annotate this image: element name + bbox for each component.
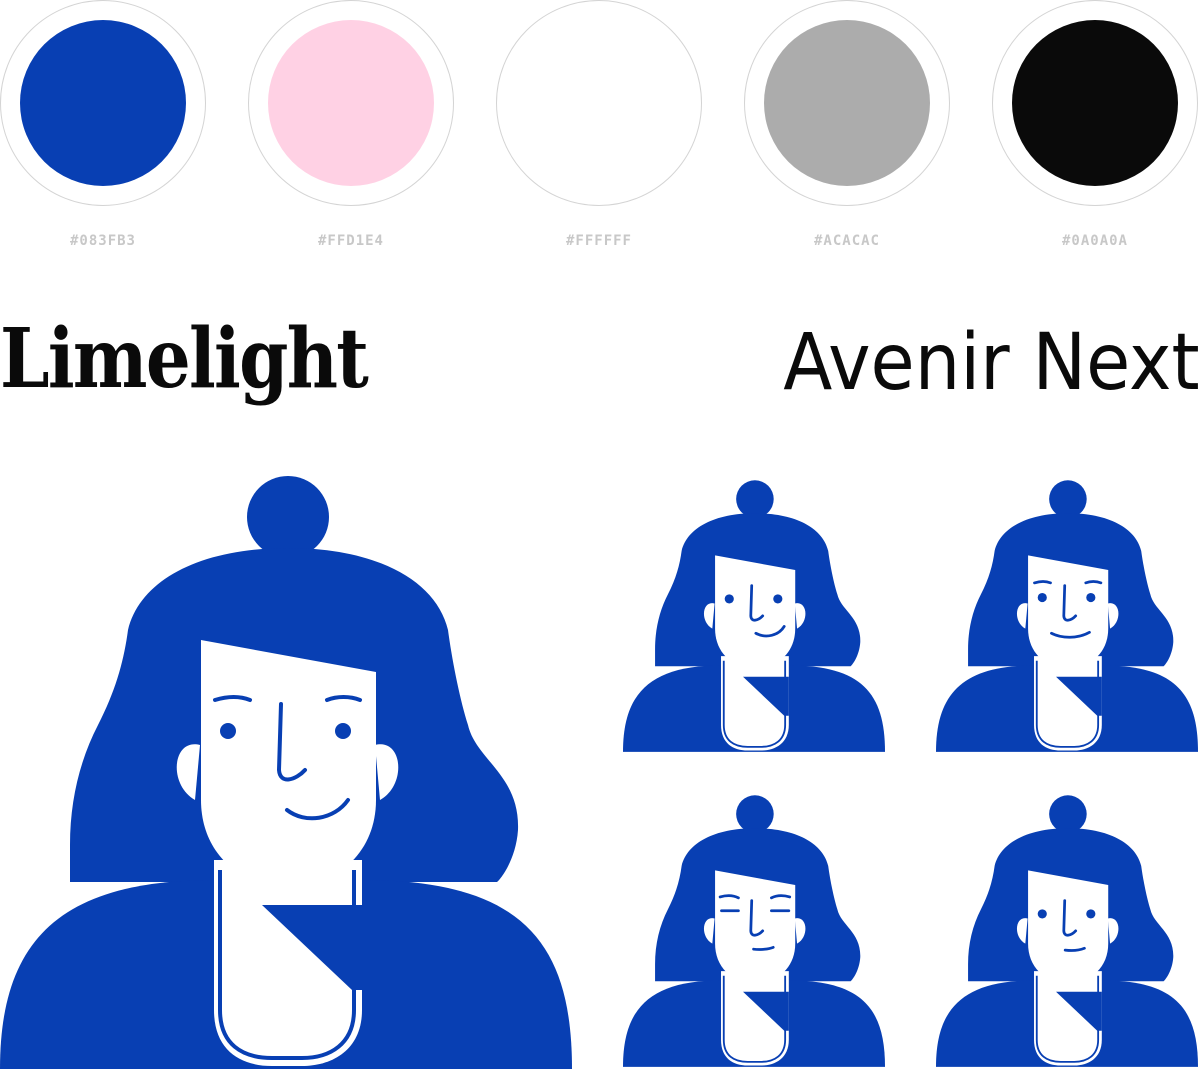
swatch-gray-fill: [764, 20, 930, 186]
swatch-pink: [248, 0, 454, 206]
swatch-blue: [0, 0, 206, 206]
swatch-gray: [744, 0, 950, 206]
swatch-white-label: #FFFFFF: [565, 233, 632, 249]
avatar-smile: [935, 479, 1199, 753]
body-font-sample: Avenir Next: [783, 318, 1200, 408]
swatch-black-fill: [1012, 20, 1178, 186]
swatch-blue-label: #083FB3: [69, 233, 136, 249]
swatch-black-label: #0A0A0A: [1061, 233, 1128, 249]
swatch-pink-label: #FFD1E4: [317, 233, 384, 249]
avatar-neutral: [935, 794, 1199, 1068]
avatar-closed-eyes: [622, 794, 886, 1068]
avatar-smirk: [622, 479, 886, 753]
swatch-black: [992, 0, 1198, 206]
swatch-blue-fill: [20, 20, 186, 186]
display-font-sample: Limelight: [0, 311, 369, 407]
swatch-pink-fill: [268, 20, 434, 186]
swatch-white: [496, 0, 702, 206]
swatch-gray-label: #ACACAC: [813, 233, 880, 249]
swatch-white-fill: [516, 20, 682, 186]
avatar-large: [0, 474, 574, 1069]
